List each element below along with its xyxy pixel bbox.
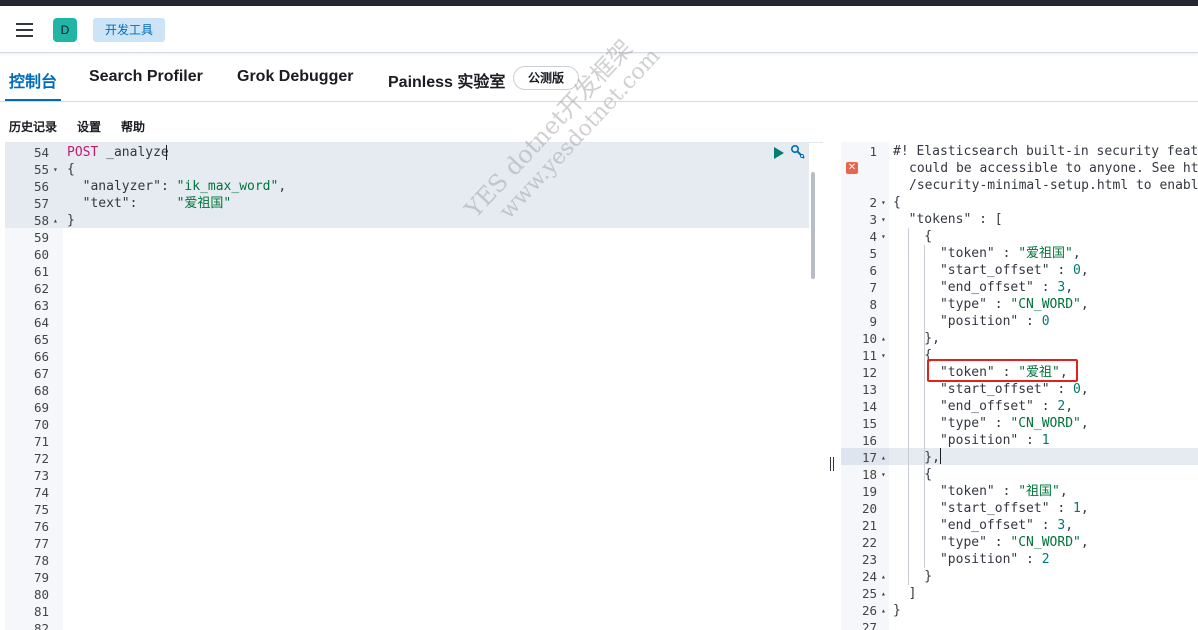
help-link[interactable]: 帮助 <box>121 118 145 135</box>
token-line: "end_offset" : 2, <box>893 399 1074 414</box>
token-line: "end_offset" : 3, <box>893 518 1074 533</box>
token-line: "position" : 2 <box>893 552 1050 567</box>
code-line: { <box>67 162 75 177</box>
settings-link[interactable]: 设置 <box>77 118 101 135</box>
token-line: { <box>893 467 933 482</box>
response-line-number: 27 <box>861 620 877 630</box>
tab-console[interactable]: 控制台 <box>9 68 57 92</box>
token-line: "position" : 0 <box>893 314 1050 329</box>
text-value: "爱祖国" <box>176 196 232 211</box>
token-line: { <box>893 229 933 244</box>
request-line-number: 61 <box>33 264 49 279</box>
token-line: "start_offset" : 0, <box>893 382 1089 397</box>
request-line-number: 63 <box>33 298 49 313</box>
request-line-number: 70 <box>33 417 49 432</box>
request-line-number: 66 <box>33 349 49 364</box>
play-icon[interactable] <box>773 147 785 159</box>
security-warning-line1: #! Elasticsearch built-in security featu <box>893 144 1198 159</box>
request-line-number: 71 <box>33 434 49 449</box>
code-line: "tokens" : [ <box>893 212 1003 227</box>
request-line-number: 65 <box>33 332 49 347</box>
request-line-number: 77 <box>33 536 49 551</box>
highlighted-token-box <box>927 359 1078 382</box>
token-line: }, <box>893 331 940 346</box>
token-line: }, <box>893 450 940 465</box>
request-line-number: 78 <box>33 553 49 568</box>
active-tab-indicator <box>5 99 61 101</box>
space-avatar[interactable]: D <box>53 18 77 42</box>
request-line-number: 80 <box>33 587 49 602</box>
request-line-number: 67 <box>33 366 49 381</box>
pane-resize-handle[interactable] <box>829 457 835 471</box>
code-line: { <box>893 195 901 210</box>
request-line-number: 82 <box>33 621 49 630</box>
request-line-number: 64 <box>33 315 49 330</box>
request-line-number: 62 <box>33 281 49 296</box>
token-line: "token" : "祖国", <box>893 484 1068 499</box>
code-line: /security-minimal-setup.html to enable <box>841 177 1198 194</box>
analyzer-key: "analyzer" <box>82 179 161 194</box>
request-line-number: 75 <box>33 502 49 517</box>
http-method: POST <box>67 145 99 160</box>
token-line: "position" : 1 <box>893 433 1050 448</box>
tab-search-profiler[interactable]: Search Profiler <box>89 68 203 86</box>
code-line: } <box>893 569 933 584</box>
wrench-icon[interactable] <box>790 144 806 160</box>
token-line: "end_offset" : 3, <box>893 280 1074 295</box>
request-line-number: 79 <box>33 570 49 585</box>
analyzer-value: "ik_max_word" <box>176 179 279 194</box>
request-line-number: 69 <box>33 400 49 415</box>
token-line: "start_offset" : 0, <box>893 263 1089 278</box>
response-cursor <box>940 448 941 464</box>
text-key: "text" <box>82 196 130 211</box>
request-line-number: 59 <box>33 230 49 245</box>
security-warning-line2: could be accessible to anyone. See htt <box>909 161 1198 176</box>
request-line-number: 73 <box>33 468 49 483</box>
tab-painless-lab[interactable]: Painless 实验室 <box>388 68 505 92</box>
history-link[interactable]: 历史记录 <box>9 118 57 135</box>
request-line-number: 74 <box>33 485 49 500</box>
request-scrollbar[interactable] <box>811 172 815 279</box>
code-line: } <box>893 603 901 618</box>
token-line: "type" : "CN_WORD", <box>893 297 1089 312</box>
response-editor[interactable]: ✕ 1 2 ▾ 3 ▾ 4 ▾ 5 6 7 8 9 10 ▴ 11 ▾ 12 13 14 15 16 17 ▴ 18 ▾ 19 20… <box>841 142 1198 630</box>
code-line: "text": "爱祖国" <box>82 196 232 211</box>
request-line-number: 76 <box>33 519 49 534</box>
code-line: could be accessible to anyone. See htt <box>841 160 1198 177</box>
code-line: } <box>67 213 75 228</box>
console-subnav: 历史记录 设置 帮助 <box>0 102 1198 142</box>
devtools-tabs: 控制台 Search Profiler Grok Debugger Painle… <box>0 54 1198 102</box>
request-line-number: 72 <box>33 451 49 466</box>
token-line: "token" : "爱祖国", <box>893 246 1081 261</box>
request-line-number: 60 <box>33 247 49 262</box>
hamburger-menu-icon[interactable] <box>14 20 36 40</box>
endpoint: _analyze <box>106 145 169 160</box>
token-line: "type" : "CN_WORD", <box>893 535 1089 550</box>
token-line: "start_offset" : 1, <box>893 501 1089 516</box>
tab-grok-debugger[interactable]: Grok Debugger <box>237 68 353 86</box>
code-line: #! Elasticsearch built-in security featu <box>841 143 1198 160</box>
request-line-number: 68 <box>33 383 49 398</box>
code-line: "analyzer": "ik_max_word", <box>82 179 287 194</box>
token-line: "type" : "CN_WORD", <box>893 416 1089 431</box>
code-line: POST _analyze <box>5 144 823 161</box>
app-header: D 开发工具 <box>0 6 1198 53</box>
beta-badge: 公测版 <box>513 66 580 90</box>
editor-cursor <box>166 145 167 160</box>
request-editor[interactable]: 54 55 ▾ 56 57 58 ▴ 59 60 61 62 63 64 65 66 67 68 69 70 71 72… <box>5 142 823 630</box>
request-line-number: 81 <box>33 604 49 619</box>
security-warning-line3: /security-minimal-setup.html to enable <box>909 178 1198 193</box>
code-line: ] <box>893 586 917 601</box>
breadcrumb[interactable]: 开发工具 <box>93 18 166 42</box>
